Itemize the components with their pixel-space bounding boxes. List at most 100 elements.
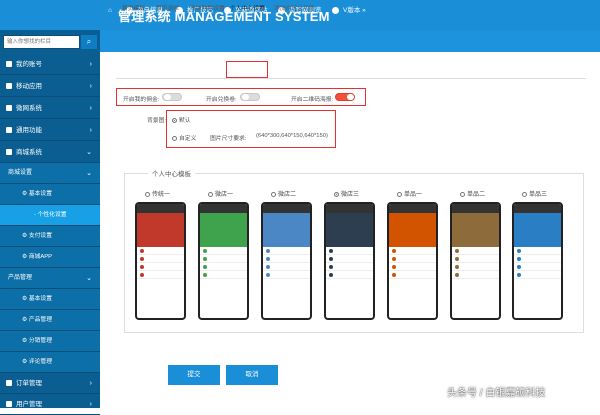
submit-button[interactable]: 提交 bbox=[168, 365, 220, 385]
phone-row bbox=[200, 247, 247, 255]
template-preview-3[interactable] bbox=[324, 202, 375, 320]
search-button[interactable]: ⌕ bbox=[81, 35, 97, 49]
sidebar-item-product[interactable]: 产品管理 ⌄ bbox=[0, 268, 100, 289]
sidebar-item-basic-settings[interactable]: ⚙ 基本设置 bbox=[0, 184, 100, 205]
bg-size-label: 图片尺寸要求: bbox=[210, 136, 247, 142]
toggle-knob bbox=[164, 94, 171, 100]
phone-row bbox=[200, 255, 247, 263]
sidebar-item-orders[interactable]: 订单管理 › bbox=[0, 373, 100, 394]
phone-row bbox=[326, 247, 373, 255]
phone-row bbox=[137, 263, 184, 271]
chevron-right-icon: › bbox=[89, 401, 92, 408]
sidebar-item-mall-app[interactable]: ⚙ 商城APP bbox=[0, 247, 100, 268]
tab-personal-center[interactable]: 个人中心设置 bbox=[230, 0, 265, 18]
radio-selected[interactable] bbox=[172, 117, 177, 123]
voucher-toggle[interactable] bbox=[240, 93, 260, 101]
qr-poster-toggle[interactable] bbox=[335, 93, 355, 101]
gear-icon: ⚙ bbox=[22, 191, 29, 197]
search-input[interactable] bbox=[3, 35, 80, 49]
phone-row bbox=[326, 271, 373, 279]
sidebar-item-users[interactable]: 用户管理 › bbox=[0, 394, 100, 415]
phone-row bbox=[326, 263, 373, 271]
phone-row bbox=[389, 255, 436, 263]
toggle-knob bbox=[242, 94, 249, 100]
template-preview-2[interactable] bbox=[261, 202, 312, 320]
phone-row bbox=[514, 247, 561, 255]
radio-unselected[interactable] bbox=[172, 135, 177, 141]
sidebar-item-personalization[interactable]: - 个性化设置 bbox=[0, 205, 100, 226]
toggle-label-voucher: 开启兑换卷: bbox=[206, 97, 237, 103]
sidebar-item-comments[interactable]: ⚙ 评论管理 bbox=[0, 352, 100, 373]
phone-header bbox=[389, 204, 436, 213]
commission-toggle[interactable] bbox=[162, 93, 182, 101]
radio-unselected[interactable] bbox=[208, 191, 213, 197]
tab-home-scroll[interactable]: 首页滚栏 bbox=[156, 0, 179, 18]
phone-row bbox=[389, 247, 436, 255]
template-option-0[interactable]: 传统一 bbox=[145, 189, 170, 198]
nav-version[interactable]: V版本 » bbox=[332, 0, 366, 22]
phone-banner bbox=[326, 213, 373, 247]
phone-header bbox=[137, 204, 184, 213]
gear-icon: ⚙ bbox=[22, 254, 29, 260]
template-preview-6[interactable] bbox=[512, 202, 563, 320]
home-icon[interactable]: ⌂ bbox=[108, 0, 112, 22]
sidebar-item-common[interactable]: 通用功能 › bbox=[0, 120, 100, 141]
sidebar-item-mobile-apps[interactable]: 移动应用 › bbox=[0, 76, 100, 97]
sidebar-item-account[interactable]: 我的账号 › bbox=[0, 54, 100, 75]
sidebar-item-microsite[interactable]: 微网系统 › bbox=[0, 98, 100, 119]
toggle-label-qr-poster: 开启二维码海报: bbox=[291, 97, 334, 103]
gear-icon: ⚙ bbox=[22, 359, 29, 365]
template-option-6[interactable]: 单品三 bbox=[522, 189, 547, 198]
radio-unselected[interactable] bbox=[522, 191, 527, 197]
diamond-icon bbox=[332, 6, 339, 14]
template-option-2[interactable]: 微店二 bbox=[271, 189, 296, 198]
phone-header bbox=[514, 204, 561, 213]
sidebar-item-distribution[interactable]: ⚙ 分销管理 bbox=[0, 331, 100, 352]
bg-default-option[interactable]: 默认 bbox=[172, 115, 191, 124]
template-preview-0[interactable] bbox=[135, 202, 186, 320]
toggle-knob bbox=[347, 94, 354, 100]
phone-banner bbox=[389, 213, 436, 247]
phone-row bbox=[389, 271, 436, 279]
radio-selected[interactable] bbox=[334, 191, 339, 197]
template-option-1[interactable]: 微店一 bbox=[208, 189, 233, 198]
phone-row bbox=[389, 263, 436, 271]
tab-underline bbox=[116, 78, 586, 79]
cancel-button[interactable]: 取消 bbox=[226, 365, 278, 385]
phone-row bbox=[263, 255, 310, 263]
phone-row bbox=[326, 255, 373, 263]
phone-banner bbox=[200, 213, 247, 247]
chevron-right-icon: › bbox=[89, 380, 92, 387]
template-preview-5[interactable] bbox=[450, 202, 501, 320]
template-section-title: 个人中心模板 bbox=[148, 168, 195, 178]
radio-unselected[interactable] bbox=[397, 191, 402, 197]
sidebar-item-payment[interactable]: ⚙ 支付设置 bbox=[0, 226, 100, 247]
phone-header bbox=[200, 204, 247, 213]
bg-custom-option[interactable]: 自定义 bbox=[172, 133, 196, 142]
template-preview-4[interactable] bbox=[387, 202, 438, 320]
radio-unselected[interactable] bbox=[145, 191, 150, 197]
template-option-5[interactable]: 单品二 bbox=[460, 189, 485, 198]
gear-icon: ⚙ bbox=[22, 296, 29, 302]
template-preview-1[interactable] bbox=[198, 202, 249, 320]
phone-row bbox=[263, 271, 310, 279]
tab-shopping-settings[interactable]: 商城购物设置 bbox=[190, 0, 225, 18]
gear-icon: ⚙ bbox=[22, 317, 29, 323]
sidebar-item-mall[interactable]: 商城系统 ⌄ bbox=[0, 142, 100, 163]
sidebar-item-product-basic[interactable]: ⚙ 基本设置 bbox=[0, 289, 100, 310]
radio-unselected[interactable] bbox=[460, 191, 465, 197]
phone-row bbox=[137, 247, 184, 255]
radio-unselected[interactable] bbox=[271, 191, 276, 197]
phone-row bbox=[514, 255, 561, 263]
search-icon: ⌕ bbox=[86, 37, 92, 46]
cart-icon bbox=[6, 149, 12, 156]
template-option-4[interactable]: 单品一 bbox=[397, 189, 422, 198]
tab-home-template[interactable]: 首页模板 bbox=[122, 0, 145, 18]
chevron-down-icon: ⌄ bbox=[86, 170, 92, 177]
sidebar-item-mall-settings[interactable]: 商城设置 ⌄ bbox=[0, 163, 100, 184]
template-option-3[interactable]: 微店三 bbox=[334, 189, 359, 198]
phone-row bbox=[514, 271, 561, 279]
tab-custom-function[interactable]: 添加自定义功能 bbox=[274, 0, 315, 18]
phone-header bbox=[326, 204, 373, 213]
sidebar-item-product-manage[interactable]: ⚙ 产品管理 bbox=[0, 310, 100, 331]
